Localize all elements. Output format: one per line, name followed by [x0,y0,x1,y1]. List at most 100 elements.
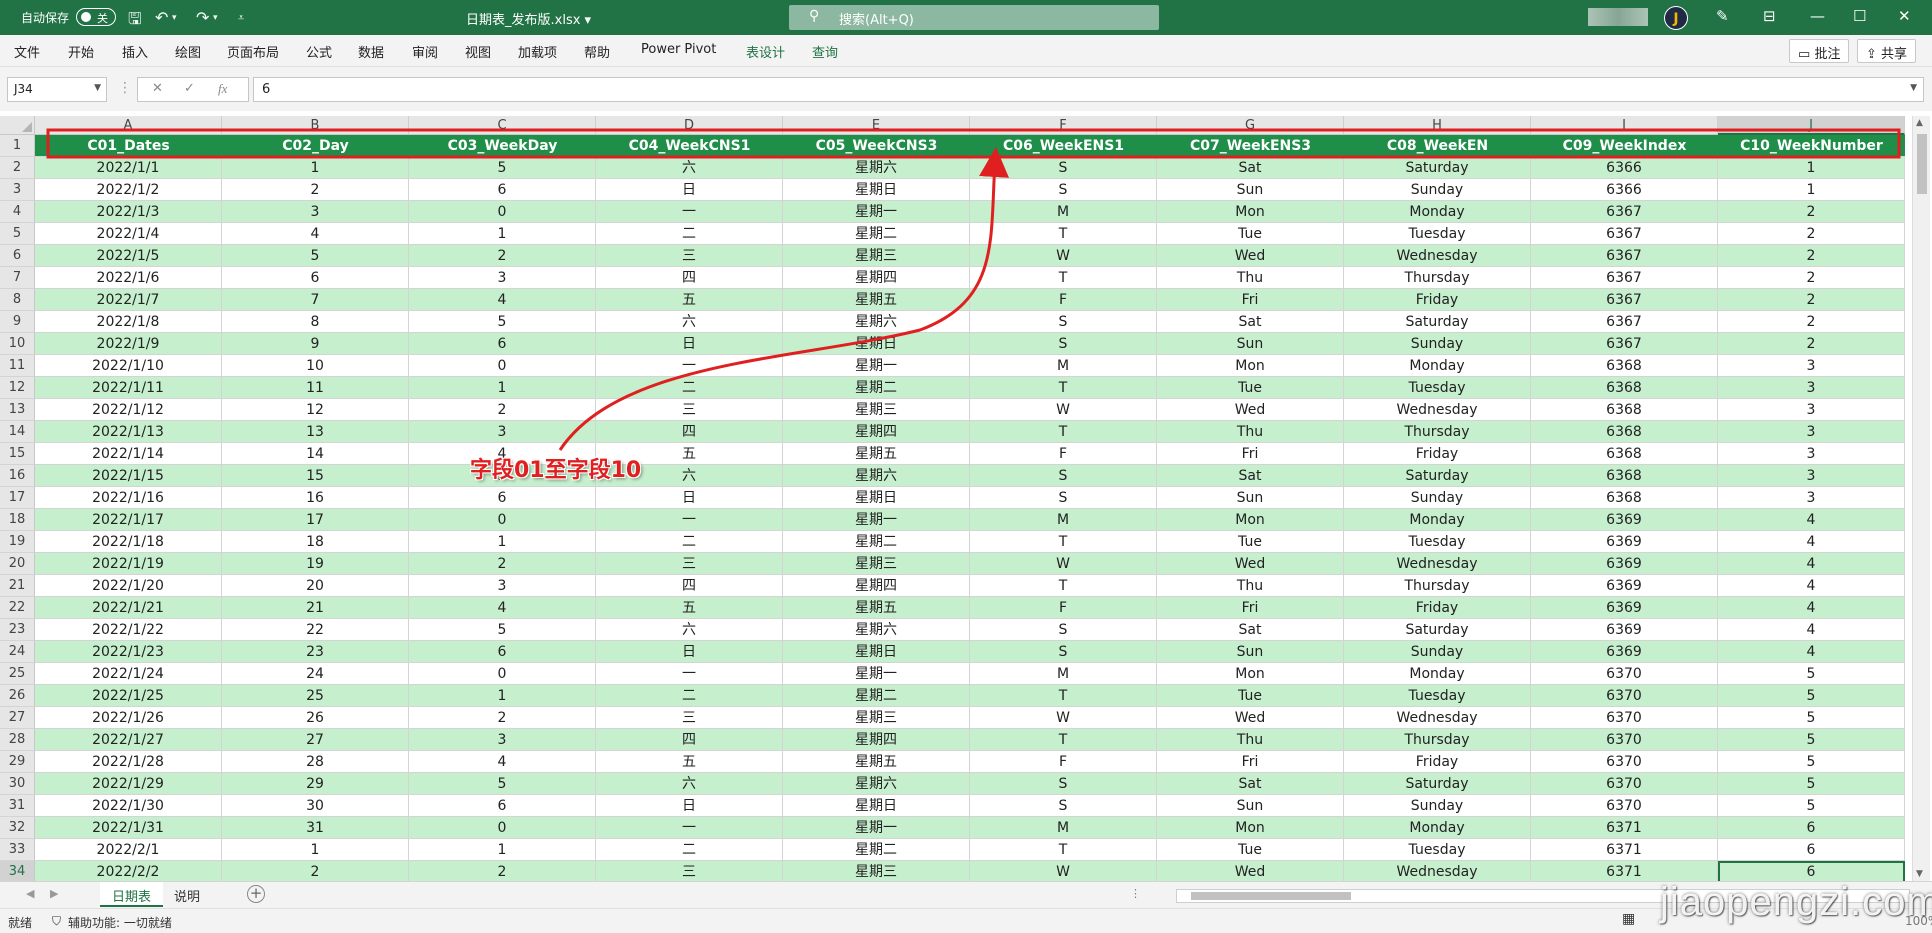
table-cell[interactable]: 三 [596,707,783,729]
table-cell[interactable]: 二 [596,531,783,553]
table-cell[interactable]: S [970,487,1157,509]
table-cell[interactable]: 5 [1718,663,1905,685]
table-cell[interactable]: 18 [222,531,409,553]
table-cell[interactable]: Sun [1157,179,1344,201]
table-cell[interactable]: 6 [409,795,596,817]
table-cell[interactable]: 24 [222,663,409,685]
table-cell[interactable]: 星期四 [783,729,970,751]
table-cell[interactable]: 二 [596,839,783,861]
table-cell[interactable]: Tuesday [1344,377,1531,399]
table-cell[interactable]: 6 [409,487,596,509]
column-header-j[interactable]: J [1718,116,1905,135]
table-cell[interactable]: 9 [222,333,409,355]
save-icon[interactable]: 🖫 [128,8,142,35]
table-cell[interactable]: Tue [1157,223,1344,245]
table-cell[interactable]: T [970,531,1157,553]
table-cell[interactable]: 2022/1/8 [35,311,222,333]
row-header[interactable]: 4 [0,201,35,223]
vertical-scrollbar[interactable]: ▲ ▼ [1912,116,1930,881]
table-cell[interactable]: 29 [222,773,409,795]
table-cell[interactable]: 2022/1/10 [35,355,222,377]
table-cell[interactable]: 五 [596,751,783,773]
table-cell[interactable]: Sun [1157,487,1344,509]
table-cell[interactable]: 星期二 [783,839,970,861]
table-cell[interactable]: 5 [409,619,596,641]
table-cell[interactable]: T [970,421,1157,443]
table-cell[interactable]: 二 [596,377,783,399]
minimize-icon[interactable]: — [1810,7,1825,25]
table-cell[interactable]: 星期三 [783,399,970,421]
table-cell[interactable]: T [970,377,1157,399]
table-cell[interactable]: 1 [1718,179,1905,201]
customize-toolbar-icon[interactable]: ⩡ [238,11,244,25]
table-cell[interactable]: Saturday [1344,465,1531,487]
table-cell[interactable]: 2022/1/7 [35,289,222,311]
table-cell[interactable]: 4 [1718,597,1905,619]
table-cell[interactable]: Fri [1157,443,1344,465]
table-cell[interactable]: Saturday [1344,311,1531,333]
table-cell[interactable]: 6367 [1531,333,1718,355]
select-all-corner[interactable] [0,116,35,135]
table-cell[interactable]: 6370 [1531,707,1718,729]
table-cell[interactable]: 20 [222,575,409,597]
table-cell[interactable]: 6370 [1531,685,1718,707]
table-cell[interactable]: 4 [1718,575,1905,597]
table-cell[interactable]: Sun [1157,795,1344,817]
table-cell[interactable]: F [970,443,1157,465]
row-header[interactable]: 12 [0,377,35,399]
column-header-g[interactable]: G [1157,116,1344,135]
table-cell[interactable]: 星期四 [783,421,970,443]
table-cell[interactable]: 6369 [1531,597,1718,619]
table-cell[interactable]: 6370 [1531,729,1718,751]
column-header-b[interactable]: B [222,116,409,135]
menu-table-design[interactable]: 表设计 [746,42,785,61]
menu-page-layout[interactable]: 页面布局 [227,42,279,61]
table-cell[interactable]: 16 [222,487,409,509]
table-cell[interactable]: Wednesday [1344,553,1531,575]
formula-input[interactable]: 6 ▼ [253,77,1924,102]
table-cell[interactable]: Wed [1157,399,1344,421]
table-cell[interactable]: 一 [596,509,783,531]
table-cell[interactable]: 3 [409,575,596,597]
table-cell[interactable]: 星期四 [783,575,970,597]
table-cell[interactable]: 5 [1718,795,1905,817]
row-header[interactable]: 13 [0,399,35,421]
table-cell[interactable]: Tue [1157,531,1344,553]
table-cell[interactable]: Mon [1157,817,1344,839]
table-cell[interactable]: 14 [222,443,409,465]
table-cell[interactable]: 2022/1/31 [35,817,222,839]
column-title-cell[interactable]: C05_WeekCNS3 [783,135,970,157]
table-cell[interactable]: 日 [596,641,783,663]
search-box[interactable]: ⚲ 搜索(Alt+Q) [789,5,1159,30]
menu-addins[interactable]: 加载项 [518,42,557,61]
undo-icon[interactable]: ↶ [155,8,168,27]
table-cell[interactable]: 2 [1718,311,1905,333]
table-cell[interactable]: Sat [1157,465,1344,487]
share-button[interactable]: ⇪ 共享 [1857,39,1917,63]
table-cell[interactable]: W [970,399,1157,421]
table-cell[interactable]: Saturday [1344,619,1531,641]
table-cell[interactable]: 6370 [1531,663,1718,685]
table-cell[interactable]: 星期三 [783,861,970,883]
table-cell[interactable]: 2 [1718,201,1905,223]
table-cell[interactable]: 2022/1/22 [35,619,222,641]
horizontal-scroll-thumb[interactable] [1191,892,1351,900]
column-title-cell[interactable]: C04_WeekCNS1 [596,135,783,157]
add-sheet-icon[interactable]: + [247,885,265,903]
table-cell[interactable]: 6369 [1531,641,1718,663]
row-header[interactable]: 7 [0,267,35,289]
table-cell[interactable]: 星期三 [783,553,970,575]
table-cell[interactable]: Tuesday [1344,685,1531,707]
table-cell[interactable]: 6 [222,267,409,289]
table-cell[interactable]: 3 [1718,355,1905,377]
table-cell[interactable]: 6368 [1531,399,1718,421]
table-cell[interactable]: T [970,267,1157,289]
autosave-toggle[interactable]: 关 [76,8,116,26]
table-cell[interactable]: 3 [1718,465,1905,487]
table-cell[interactable]: 1 [409,685,596,707]
table-cell[interactable]: T [970,839,1157,861]
table-cell[interactable]: 17 [222,509,409,531]
table-cell[interactable]: M [970,817,1157,839]
table-cell[interactable]: M [970,355,1157,377]
table-cell[interactable]: 2022/1/21 [35,597,222,619]
